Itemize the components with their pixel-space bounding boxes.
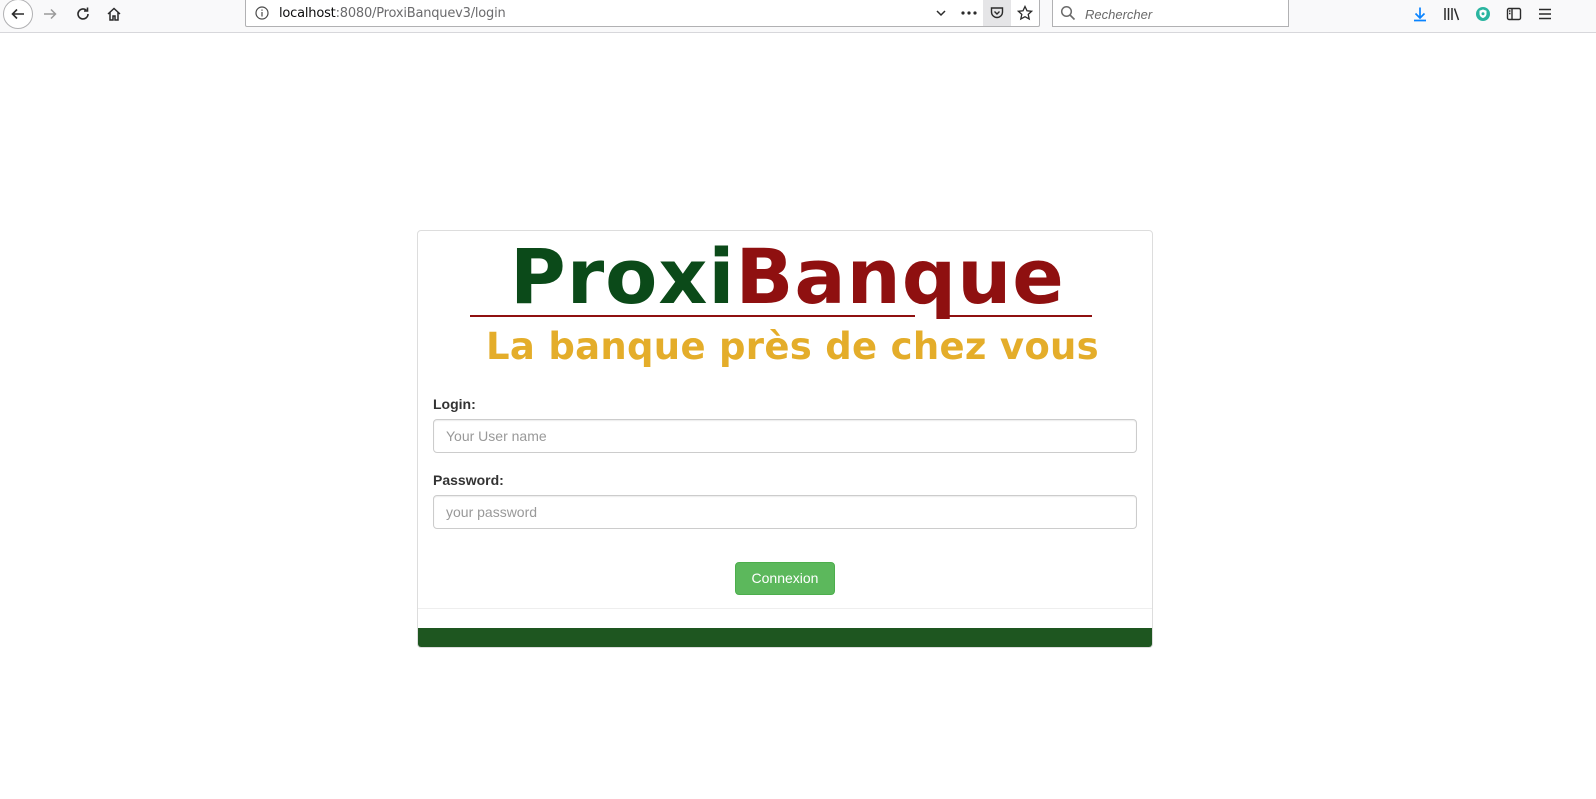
library-button[interactable] [1438,0,1466,28]
back-button[interactable] [3,0,33,29]
login-input[interactable] [433,419,1137,453]
forward-arrow-icon [44,8,57,20]
library-icon [1444,8,1460,21]
reload-button[interactable] [69,0,97,28]
browser-toolbar: localhost:8080/ProxiBanquev3/login [0,0,1596,33]
search-input[interactable] [1083,2,1287,26]
extension-button[interactable] [1469,0,1497,28]
download-icon [1414,7,1426,22]
pocket-icon [990,7,1004,19]
home-button[interactable] [100,0,128,28]
url-dropdown-button[interactable] [927,0,955,26]
home-icon [107,7,121,21]
proxibanque-logo: ProxiBanque La banque près de chez vous [418,231,1152,381]
more-dots-icon [961,11,977,15]
star-icon [1017,5,1033,21]
logo-title: ProxiBanque [510,239,1065,315]
reload-icon [77,7,89,20]
page-actions-button[interactable] [955,0,983,26]
search-icon [1060,5,1076,21]
menu-button[interactable] [1531,0,1559,28]
chevron-down-icon [936,10,946,17]
logo-underline-left [470,315,915,317]
hamburger-menu-icon [1539,8,1551,20]
sidebar-icon [1506,7,1522,21]
shield-extension-icon [1476,7,1490,21]
url-bar[interactable]: localhost:8080/ProxiBanquev3/login [245,0,1040,27]
pocket-button[interactable] [983,0,1011,26]
logo-proxi: Proxi [510,232,736,321]
login-label: Login: [433,396,476,412]
url-path: :8080/ProxiBanquev3/login [335,6,506,21]
logo-tagline: La banque près de chez vous [486,325,1099,368]
logo-banque: Banque [735,232,1065,321]
login-form: Login: Password: Connexion [433,396,1137,595]
bookmark-button[interactable] [1011,0,1039,26]
search-bar[interactable] [1052,0,1289,27]
panel-footer-bar [418,628,1152,647]
sidebar-button[interactable] [1500,0,1528,28]
logo-underline-right [946,315,1092,317]
url-host: localhost [279,6,336,21]
forward-button[interactable] [36,0,64,28]
url-text[interactable]: localhost:8080/ProxiBanquev3/login [279,6,506,21]
connexion-button[interactable]: Connexion [734,562,836,595]
password-label: Password: [433,472,504,488]
login-panel: ProxiBanque La banque près de chez vous … [417,230,1153,648]
panel-separator [418,608,1152,609]
downloads-button[interactable] [1406,0,1434,28]
info-icon[interactable] [255,6,269,20]
back-arrow-icon [11,8,24,20]
password-input[interactable] [433,495,1137,529]
